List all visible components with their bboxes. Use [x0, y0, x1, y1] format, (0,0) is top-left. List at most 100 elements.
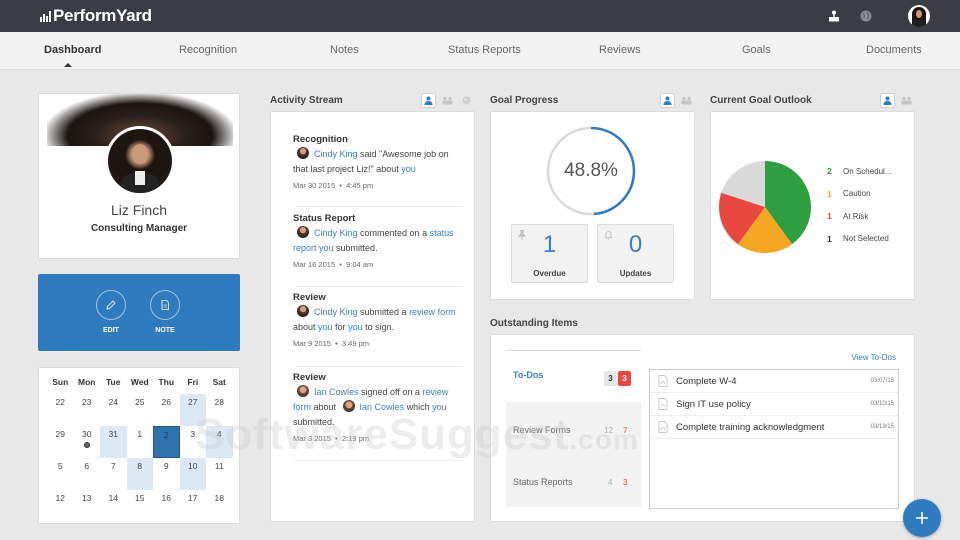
calendar-day[interactable]: 28 [206, 394, 233, 426]
divider [293, 460, 463, 461]
activity-item: Status Report Cindy King commented on a … [293, 213, 454, 269]
calendar-day[interactable]: 7 [100, 458, 127, 490]
user-avatar[interactable] [908, 5, 930, 27]
view-todos-link[interactable]: View To-Dos [851, 353, 896, 362]
calendar-day[interactable]: 25 [127, 394, 154, 426]
scope-team-button[interactable] [899, 93, 914, 108]
nav-notes[interactable]: Notes [330, 44, 359, 56]
calendar-day[interactable]: 26 [153, 394, 180, 426]
calendar-day[interactable]: 15 [127, 490, 154, 522]
todo-item[interactable]: Complete training acknowledgment 03/19/1… [650, 416, 898, 439]
calendar-day[interactable]: 6 [74, 458, 101, 490]
profile-photo[interactable] [105, 126, 175, 196]
add-button[interactable] [903, 499, 941, 537]
calendar-day[interactable]: 4 [206, 426, 233, 458]
calendar-day[interactable]: 14 [100, 490, 127, 522]
globe-icon [462, 96, 471, 105]
actor-link[interactable]: Ian Cowles [314, 387, 359, 397]
calendar-day[interactable]: 30 [74, 426, 101, 458]
you-link[interactable]: you [319, 243, 334, 253]
note-button[interactable]: NOTE [149, 290, 181, 334]
scope-me-button[interactable] [660, 93, 675, 108]
actor-link[interactable]: Cindy King [314, 228, 358, 238]
overdue-box[interactable]: 1 Overdue [511, 224, 588, 283]
nav-goals[interactable]: Goals [742, 44, 771, 56]
legend-not-selected[interactable]: 1 Not Selected [827, 228, 891, 251]
org-chart-icon[interactable] [824, 6, 844, 26]
scope-team-button[interactable] [679, 93, 694, 108]
ian-cowles-avatar [342, 400, 355, 412]
calendar-day[interactable]: 27 [179, 394, 206, 426]
activity-scope-toggle [421, 93, 474, 108]
person-icon [883, 96, 892, 105]
tab-review-forms[interactable]: Review Forms 12 7 [506, 416, 641, 444]
calendar-day[interactable]: 23 [74, 394, 101, 426]
legend-caution[interactable]: 1 Caution [827, 183, 891, 206]
calendar-day[interactable]: 12 [47, 490, 74, 522]
calendar-day[interactable]: 1 [127, 426, 154, 458]
activity-item: Review Cindy King submitted a review for… [293, 292, 456, 348]
calendar-day[interactable]: 8 [126, 458, 153, 490]
calendar-day-selected[interactable]: 2 [153, 426, 180, 458]
divider [293, 286, 463, 287]
actor-link[interactable]: Cindy King [314, 149, 358, 159]
updates-box[interactable]: 0 Updates [597, 224, 674, 283]
scope-me-button[interactable] [880, 93, 895, 108]
actor-link[interactable]: Cindy King [314, 307, 358, 317]
profile-job-title: Consulting Manager [90, 223, 188, 234]
calendar-day[interactable]: 16 [153, 490, 180, 522]
app-logo[interactable]: PerformYard [40, 6, 152, 26]
review-form-link[interactable]: review form [409, 307, 456, 317]
weekday-header: Sat [212, 377, 226, 387]
you-link[interactable]: you [348, 322, 363, 332]
you-link[interactable]: you [318, 322, 333, 332]
calendar-day[interactable]: 17 [180, 490, 207, 522]
todo-item[interactable]: Complete W-4 03/07/15 [650, 370, 898, 393]
pdf-document-icon [658, 421, 668, 433]
globe-icon[interactable] [856, 6, 876, 26]
nav-documents[interactable]: Documents [866, 44, 922, 56]
plus-icon [916, 512, 928, 524]
nav-recognition[interactable]: Recognition [179, 44, 237, 56]
note-icon [161, 300, 169, 310]
legend-at-risk[interactable]: 1 At Risk [827, 205, 891, 228]
calendar-day[interactable]: 31 [100, 426, 127, 458]
weekday-header: Wed [130, 377, 149, 387]
cindy-king-avatar [297, 147, 309, 159]
calendar-day[interactable]: 24 [100, 394, 127, 426]
scope-company-button[interactable] [459, 93, 474, 108]
team-icon [901, 96, 912, 105]
person-link[interactable]: Ian Cowles [360, 402, 405, 412]
you-link[interactable]: you [401, 164, 416, 174]
legend-on-schedule[interactable]: 2 On Schedul... [827, 160, 891, 183]
calendar-day[interactable]: 11 [206, 458, 233, 490]
brand-name: PerformYard [53, 6, 152, 25]
todo-item[interactable]: Sign IT use policy 03/10/15 [650, 393, 898, 416]
calendar-day[interactable]: 18 [206, 490, 233, 522]
calendar-day[interactable]: 22 [47, 394, 74, 426]
nav-status-reports[interactable]: Status Reports [448, 44, 521, 56]
activity-item: Review Ian Cowles signed off on a review… [293, 372, 449, 443]
cindy-king-avatar [297, 305, 309, 317]
person-icon [663, 96, 672, 105]
calendar-day[interactable]: 3 [180, 426, 207, 458]
edit-button[interactable]: EDIT [95, 290, 127, 334]
nav-dashboard[interactable]: Dashboard [44, 44, 101, 56]
goal-progress-title: Goal Progress [490, 95, 559, 106]
divider [293, 366, 463, 367]
you-link[interactable]: you [432, 402, 447, 412]
scope-team-button[interactable] [440, 93, 455, 108]
goal-progress-card: 48.8% 1 Overdue 0 Updates [490, 111, 695, 300]
todos-total-badge: 3 [604, 371, 617, 386]
calendar-day[interactable]: 29 [47, 426, 74, 458]
calendar-day[interactable]: 5 [47, 458, 74, 490]
scope-me-button[interactable] [421, 93, 436, 108]
calendar-day[interactable]: 10 [179, 458, 206, 490]
tab-status-reports[interactable]: Status Reports 4 3 [506, 469, 641, 497]
active-tab-caret [64, 63, 72, 67]
nav-reviews[interactable]: Reviews [599, 44, 641, 56]
goal-progress-scope-toggle [660, 93, 694, 108]
tab-todos[interactable]: To-Dos 33 [506, 361, 641, 391]
calendar-day[interactable]: 9 [153, 458, 180, 490]
calendar-day[interactable]: 13 [74, 490, 101, 522]
